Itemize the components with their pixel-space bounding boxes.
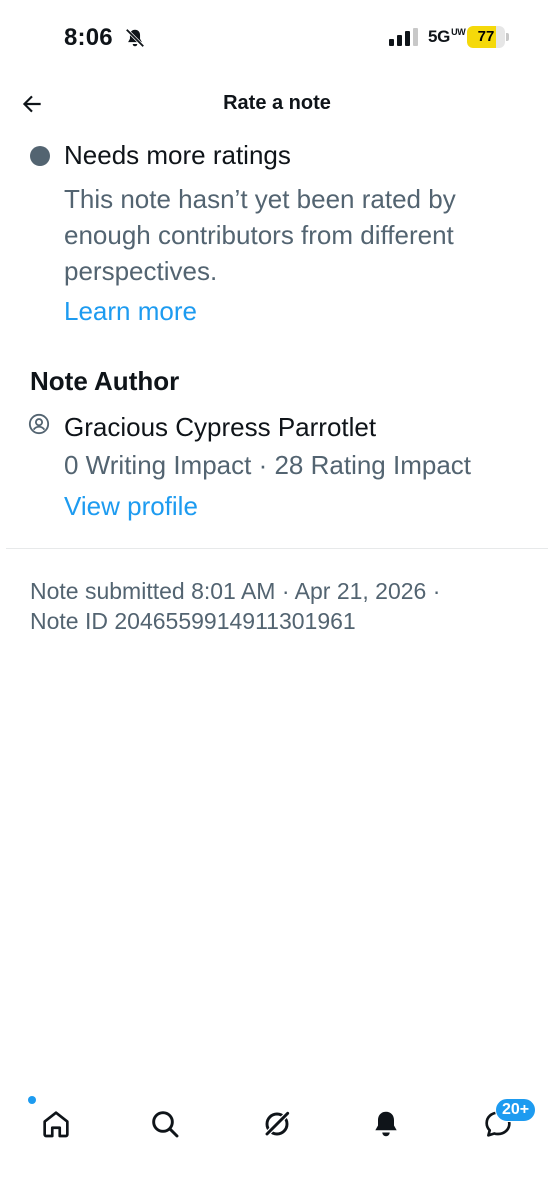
cellular-signal-icon bbox=[389, 28, 418, 46]
search-icon bbox=[152, 1111, 179, 1138]
bell-off-icon bbox=[125, 28, 145, 48]
note-submitted-line: Note submitted 8:01 AM · Apr 21, 2026 · bbox=[30, 578, 441, 604]
author-heading: Note Author bbox=[30, 366, 180, 396]
tab-grok[interactable] bbox=[257, 1104, 297, 1144]
screen: 8:06 5GUW 77 Rate a note Needs more rati… bbox=[0, 0, 554, 1200]
author-impact: 0 Writing Impact · 28 Rating Impact bbox=[64, 450, 472, 480]
battery-body: 77 bbox=[467, 26, 505, 48]
tab-home[interactable] bbox=[36, 1104, 76, 1144]
battery-tip bbox=[506, 33, 509, 41]
note-meta: Note submitted 8:01 AM · Apr 21, 2026 · … bbox=[30, 576, 530, 636]
home-notification-dot bbox=[28, 1096, 36, 1104]
status-description: This note hasn’t yet been rated by enoug… bbox=[64, 184, 456, 286]
status-bar: 8:06 5GUW 77 bbox=[0, 0, 554, 78]
battery-percentage: 77 bbox=[477, 28, 495, 45]
bottom-tab-bar: 20+ bbox=[0, 1096, 554, 1156]
tab-search[interactable] bbox=[145, 1104, 185, 1144]
arrow-left-icon bbox=[22, 95, 41, 113]
bell-icon bbox=[375, 1111, 397, 1137]
author-name: Gracious Cypress Parrotlet bbox=[64, 412, 377, 442]
status-time: 8:06 bbox=[64, 24, 113, 51]
status-title: Needs more ratings bbox=[64, 140, 291, 170]
home-icon bbox=[43, 1111, 69, 1138]
nav-header: Rate a note bbox=[0, 80, 554, 130]
messages-count-badge: 20+ bbox=[495, 1098, 537, 1122]
person-circle-icon bbox=[28, 413, 50, 435]
page-title: Rate a note bbox=[223, 92, 331, 114]
network-label: 5G bbox=[428, 27, 451, 46]
tab-notifications[interactable] bbox=[366, 1104, 406, 1144]
learn-more-link[interactable]: Learn more bbox=[64, 296, 197, 327]
back-button[interactable] bbox=[14, 86, 50, 122]
battery-icon: 77 bbox=[467, 26, 509, 48]
network-suffix: UW bbox=[451, 27, 466, 38]
status-dot-icon bbox=[30, 146, 50, 166]
divider bbox=[6, 548, 548, 549]
view-profile-link[interactable]: View profile bbox=[64, 491, 198, 522]
network-indicator: 5GUW bbox=[428, 27, 466, 47]
note-id-line: Note ID 2046559914911301961 bbox=[30, 608, 356, 634]
grok-icon bbox=[264, 1111, 290, 1137]
